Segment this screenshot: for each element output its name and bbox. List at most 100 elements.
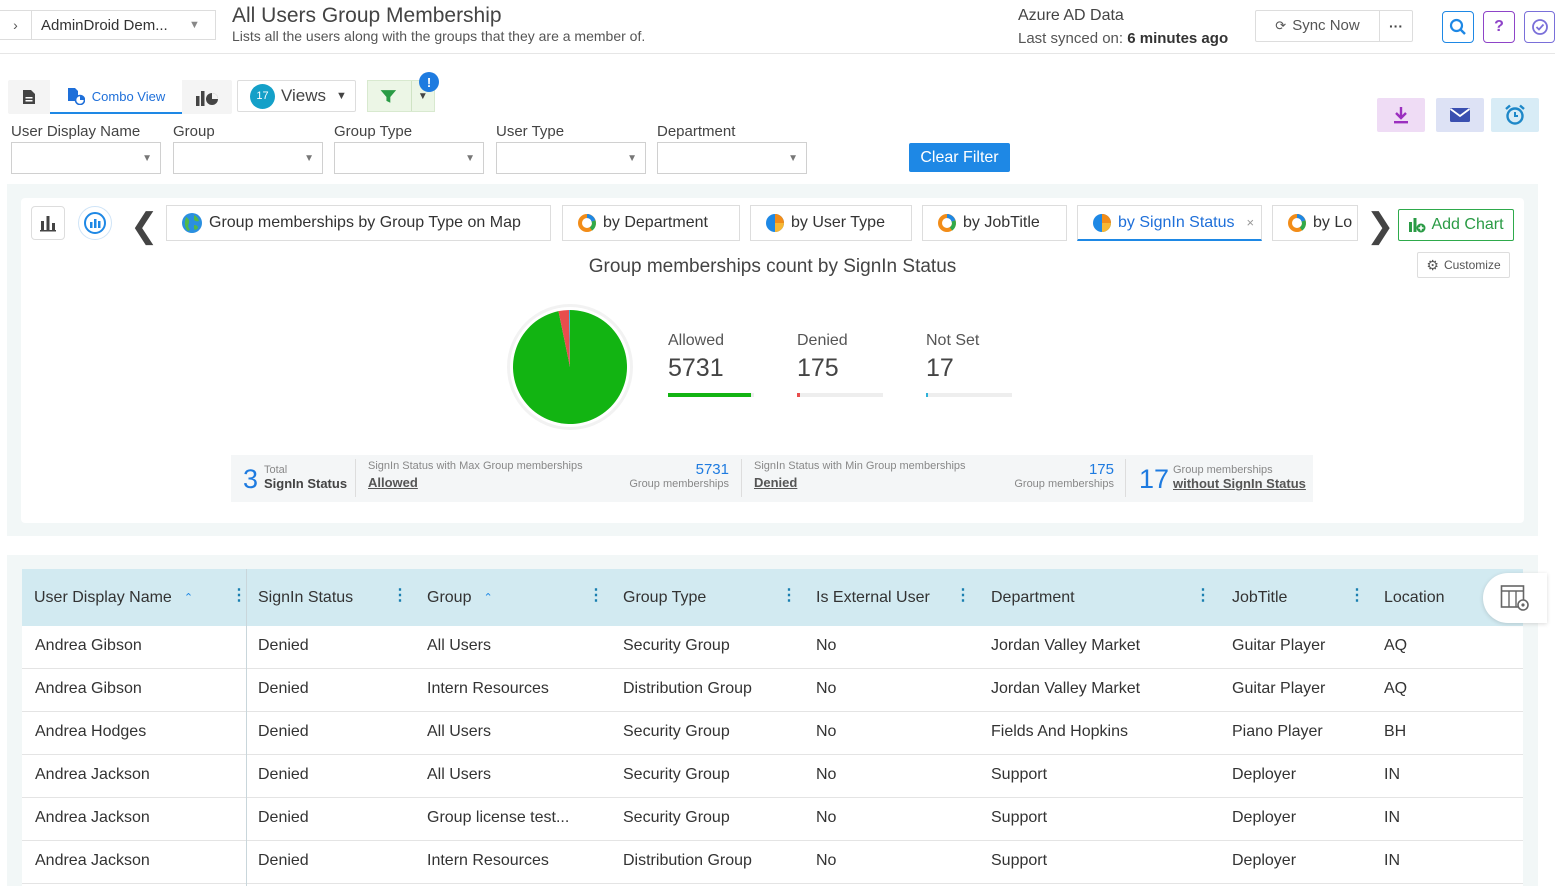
table-cell: AQ — [1384, 637, 1408, 654]
legend-allowed[interactable]: Allowed 5731 — [668, 332, 754, 397]
table-cell: Andrea Hodges — [35, 723, 147, 740]
table-row[interactable]: Andrea Jackson Denied Intern Resources Dist… — [22, 841, 1523, 884]
col-header-user-display-name[interactable]: User Display Name ⌃ ⋮ — [34, 569, 247, 626]
table-cell: All Users — [427, 723, 492, 740]
column-settings-icon — [1500, 585, 1529, 611]
views-dropdown[interactable]: 17 Views ▼ — [237, 80, 356, 112]
table-cell: Andrea Gibson — [35, 680, 142, 697]
more-options-button[interactable]: ··· — [1380, 18, 1412, 34]
legend-value: 5731 — [668, 354, 724, 382]
filter-label-group: Group — [173, 123, 215, 140]
customize-label: Customize — [1443, 258, 1501, 272]
add-chart-button[interactable]: Add Chart — [1398, 209, 1514, 241]
tab-by-user-type[interactable]: by User Type — [750, 205, 912, 241]
legend-value: 17 — [926, 354, 954, 382]
sort-asc-icon[interactable]: ⌃ — [483, 591, 492, 604]
tenant-selector[interactable]: › AdminDroid Dem... ▼ — [0, 10, 216, 40]
col-header-group[interactable]: Group ⌃ ⋮ — [427, 569, 604, 626]
chevron-right-icon[interactable]: ❯ — [1366, 206, 1395, 246]
department-select[interactable]: ▼ — [657, 142, 807, 174]
pie-chart-icon — [1093, 213, 1111, 232]
col-header-department[interactable]: Department ⋮ — [991, 569, 1211, 626]
max-link[interactable]: Allowed — [368, 475, 418, 490]
column-menu-icon[interactable]: ⋮ — [781, 588, 797, 604]
group-type-select[interactable]: ▼ — [334, 142, 484, 174]
views-count-badge: 17 — [250, 83, 275, 109]
tab-by-signin-status[interactable]: by SignIn Status × — [1077, 205, 1262, 241]
column-menu-icon[interactable]: ⋮ — [392, 588, 408, 604]
table-cell: Jordan Valley Market — [991, 637, 1141, 654]
chart-insights-toggle[interactable] — [78, 206, 112, 240]
min-link[interactable]: Denied — [754, 475, 797, 490]
table-row[interactable]: Andrea Jackson Denied Group license test..… — [22, 798, 1523, 841]
schedule-alarm-button[interactable] — [1491, 98, 1539, 132]
user-type-select[interactable]: ▼ — [496, 142, 646, 174]
bar-chart-icon — [40, 216, 56, 232]
user-display-name-select[interactable]: ▼ — [11, 142, 161, 174]
table-row[interactable]: Andrea Gibson Denied Intern Resources Distr… — [22, 669, 1523, 712]
tab-by-location[interactable]: by Lo — [1272, 205, 1358, 241]
table-cell: Andrea Jackson — [35, 809, 150, 826]
table-row[interactable]: Andrea Jackson Denied All Users Security Gr… — [22, 755, 1523, 798]
chevron-right-icon[interactable]: › — [0, 11, 32, 39]
tab-by-department[interactable]: by Department — [562, 205, 740, 241]
tab-by-jobtitle[interactable]: by JobTitle — [922, 205, 1067, 241]
chart-view-tab[interactable] — [182, 80, 232, 114]
legend-label: Not Set — [926, 332, 980, 349]
total-label: SignIn Status — [264, 476, 348, 491]
table-cell: No — [816, 723, 837, 740]
column-settings-button[interactable] — [1483, 573, 1547, 623]
legend-bar-fill — [668, 393, 752, 397]
column-menu-icon[interactable]: ⋮ — [955, 588, 971, 604]
combo-view-tab[interactable]: Combo View — [50, 80, 182, 114]
table-row[interactable]: Andrea Gibson Denied All Users Security Gro… — [22, 626, 1523, 669]
legend-value: 175 — [797, 354, 839, 382]
search-icon — [1449, 18, 1466, 35]
sort-asc-icon[interactable]: ⌃ — [184, 591, 193, 604]
col-header-signin-status[interactable]: SignIn Status ⋮ — [258, 569, 408, 626]
schedule-button[interactable] — [1524, 11, 1555, 43]
legend-label: Denied — [797, 332, 848, 349]
tab-group-type-map[interactable]: Group memberships by Group Type on Map — [166, 205, 551, 241]
table-cell: Denied — [258, 723, 309, 740]
chevron-left-icon[interactable]: ❮ — [130, 206, 159, 246]
column-menu-icon[interactable]: ⋮ — [588, 588, 604, 604]
table-body: Andrea Gibson Denied All Users Security Gro… — [22, 626, 1523, 886]
caret-down-icon: ▼ — [304, 153, 314, 164]
table-header: User Display Name ⌃ ⋮ SignIn Status ⋮ Group… — [22, 569, 1523, 626]
col-header-label: SignIn Status — [258, 588, 354, 606]
col-header-location[interactable]: Location — [1384, 569, 1484, 626]
min-unit: Group memberships — [1014, 478, 1114, 490]
group-select[interactable]: ▼ — [173, 142, 323, 174]
table-cell: Guitar Player — [1232, 637, 1326, 654]
grid-view-tab[interactable] — [8, 80, 50, 114]
col-header-jobtitle[interactable]: JobTitle ⋮ — [1232, 569, 1365, 626]
export-button[interactable] — [1377, 98, 1425, 132]
close-tab-icon[interactable]: × — [1247, 215, 1255, 230]
email-button[interactable] — [1436, 98, 1484, 132]
bar-chart-toggle[interactable] — [31, 206, 65, 240]
sync-now-button[interactable]: ⟳ Sync Now ··· — [1255, 10, 1413, 42]
pie-chart — [507, 304, 633, 430]
filter-alert-badge: ! — [419, 72, 439, 92]
table-cell: Denied — [258, 852, 309, 869]
table-cell: Deployer — [1232, 766, 1297, 783]
chart-insights-icon — [84, 212, 106, 234]
table-cell: Andrea Jackson — [35, 766, 150, 783]
customize-button[interactable]: ⚙ Customize — [1417, 252, 1510, 278]
col-header-group-type[interactable]: Group Type ⋮ — [623, 569, 797, 626]
without-link[interactable]: without SignIn Status — [1173, 476, 1306, 491]
column-menu-icon[interactable]: ⋮ — [1349, 588, 1365, 604]
column-menu-icon[interactable]: ⋮ — [231, 588, 247, 604]
table-row[interactable]: Andrea Hodges Denied All Users Security Gro… — [22, 712, 1523, 755]
help-button[interactable]: ? — [1483, 11, 1515, 43]
col-header-label: Location — [1384, 588, 1445, 606]
legend-denied[interactable]: Denied 175 — [797, 332, 883, 397]
col-header-is-external-user[interactable]: Is External User ⋮ — [816, 569, 971, 626]
clear-filter-button[interactable]: Clear Filter — [909, 143, 1010, 172]
table-cell: Support — [991, 809, 1048, 826]
document-icon — [23, 90, 35, 104]
search-button[interactable] — [1442, 11, 1474, 43]
legend-not-set[interactable]: Not Set 17 — [926, 332, 1012, 397]
column-menu-icon[interactable]: ⋮ — [1195, 588, 1211, 604]
